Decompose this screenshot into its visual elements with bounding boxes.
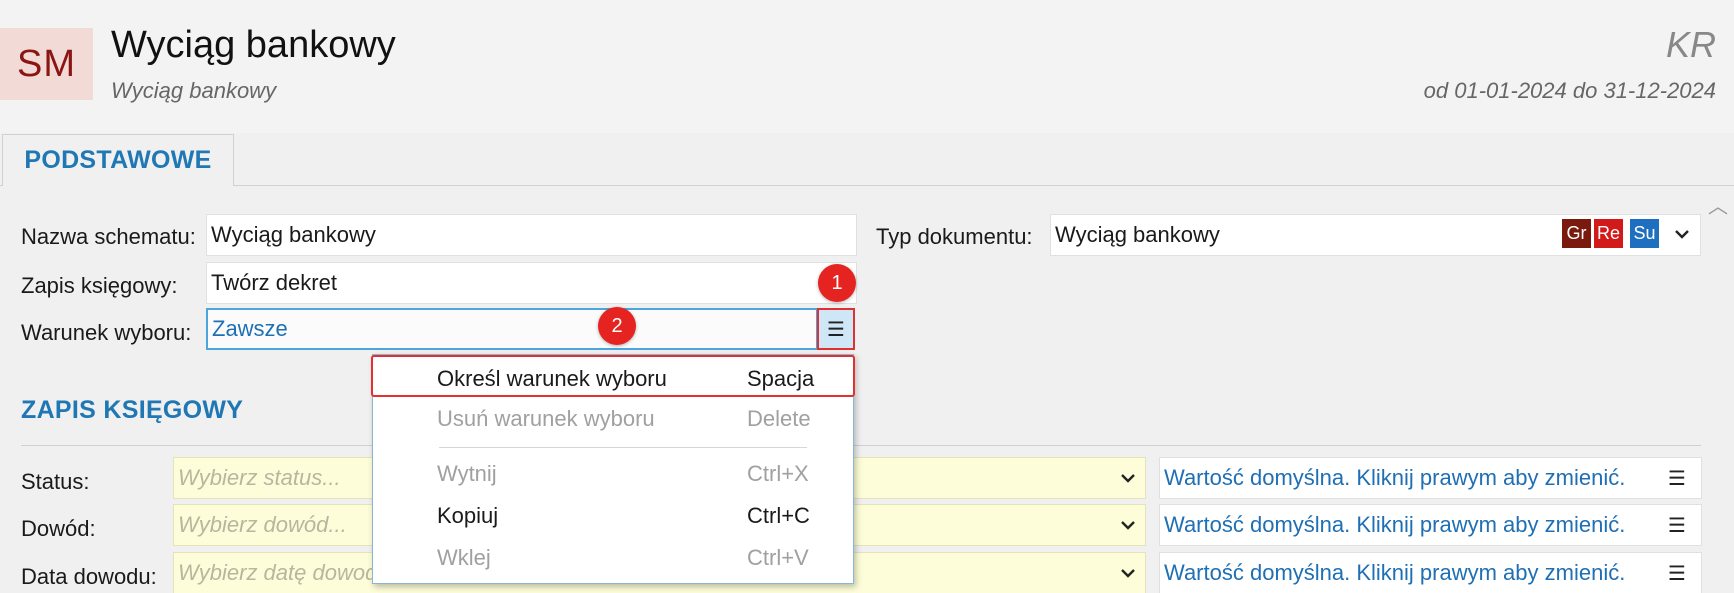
accounting-entry-label: Zapis księgowy: bbox=[21, 273, 178, 298]
fiscal-period: od 01-01-2024 do 31-12-2024 bbox=[1423, 78, 1716, 103]
chevron-down-icon[interactable] bbox=[1118, 563, 1138, 588]
selection-condition-value: Zawsze bbox=[212, 316, 288, 341]
menu-item-copy[interactable]: Kopiuj Ctrl+C bbox=[373, 494, 853, 536]
badge-gr[interactable]: Gr bbox=[1562, 219, 1591, 248]
schema-name-label: Nazwa schematu: bbox=[21, 224, 196, 249]
callout-1: 1 bbox=[818, 264, 856, 302]
menu-item-shortcut: Ctrl+V bbox=[747, 545, 809, 570]
schema-name-input[interactable]: Wyciąg bankowy bbox=[206, 214, 857, 256]
selection-condition-input[interactable]: Zawsze bbox=[206, 308, 818, 350]
tab-podstawowe[interactable]: PODSTAWOWE bbox=[2, 134, 234, 186]
proof-placeholder: Wybierz dowód... bbox=[178, 512, 347, 537]
menu-item-remove-condition[interactable]: Usuń warunek wyboru Delete bbox=[373, 397, 853, 439]
context-menu: Określ warunek wyboru Spacja Usuń warune… bbox=[371, 354, 855, 584]
proof-default[interactable]: Wartość domyślna. Kliknij prawym aby zmi… bbox=[1159, 504, 1702, 546]
app-logo: SM bbox=[0, 28, 93, 100]
accounting-entry-value: Twórz dekret bbox=[211, 270, 337, 295]
accounting-entry-select[interactable]: Twórz dekret bbox=[206, 262, 857, 304]
badge-su[interactable]: Su bbox=[1630, 219, 1659, 248]
status-default[interactable]: Wartość domyślna. Kliknij prawym aby zmi… bbox=[1159, 457, 1702, 499]
proof-date-label: Data dowodu: bbox=[21, 564, 157, 589]
selection-condition-menu-button[interactable]: ☰ bbox=[817, 308, 855, 350]
section-title: ZAPIS KSIĘGOWY bbox=[21, 396, 244, 424]
menu-separator bbox=[439, 447, 807, 448]
menu-item-label: Określ warunek wyboru bbox=[437, 366, 667, 391]
menu-item-define-condition[interactable]: Określ warunek wyboru Spacja bbox=[371, 355, 855, 397]
company-code: KR bbox=[1665, 24, 1716, 65]
proof-default-text: Wartość domyślna. Kliknij prawym aby zmi… bbox=[1164, 512, 1626, 537]
page-title: Wyciąg bankowy bbox=[111, 24, 396, 66]
status-label: Status: bbox=[21, 469, 90, 494]
menu-item-shortcut: Spacja bbox=[747, 366, 815, 391]
status-placeholder: Wybierz status... bbox=[178, 465, 341, 490]
hamburger-icon[interactable]: ☰ bbox=[1668, 513, 1686, 538]
callout-2: 2 bbox=[598, 307, 636, 345]
hamburger-icon: ☰ bbox=[827, 318, 845, 341]
page-subtitle: Wyciąg bankowy bbox=[111, 78, 277, 103]
menu-item-label: Usuń warunek wyboru bbox=[437, 406, 655, 431]
menu-item-label: Wklej bbox=[437, 545, 491, 570]
tab-divider bbox=[0, 185, 1734, 186]
badge-re[interactable]: Re bbox=[1594, 219, 1623, 248]
schema-name-value: Wyciąg bankowy bbox=[211, 222, 376, 247]
hamburger-icon[interactable]: ☰ bbox=[1668, 561, 1686, 586]
menu-item-shortcut: Ctrl+X bbox=[747, 461, 809, 486]
doc-type-value: Wyciąg bankowy bbox=[1055, 222, 1220, 247]
proof-label: Dowód: bbox=[21, 516, 96, 541]
menu-item-shortcut: Ctrl+C bbox=[747, 503, 810, 528]
menu-item-paste[interactable]: Wklej Ctrl+V bbox=[373, 536, 853, 578]
status-default-text: Wartość domyślna. Kliknij prawym aby zmi… bbox=[1164, 465, 1626, 490]
selection-condition-label: Warunek wyboru: bbox=[21, 320, 192, 345]
hamburger-icon[interactable]: ☰ bbox=[1668, 466, 1686, 491]
chevron-up-icon[interactable]: ︿ bbox=[1708, 190, 1728, 219]
menu-item-cut[interactable]: Wytnij Ctrl+X bbox=[373, 452, 853, 494]
proof-date-default[interactable]: Wartość domyślna. Kliknij prawym aby zmi… bbox=[1159, 552, 1702, 593]
doc-type-label: Typ dokumentu: bbox=[876, 224, 1033, 249]
proof-date-default-text: Wartość domyślna. Kliknij prawym aby zmi… bbox=[1164, 560, 1626, 585]
section-divider bbox=[21, 445, 1701, 446]
chevron-down-icon[interactable] bbox=[1118, 515, 1138, 540]
chevron-down-icon[interactable] bbox=[1672, 224, 1692, 249]
menu-item-shortcut: Delete bbox=[747, 406, 811, 431]
menu-item-label: Wytnij bbox=[437, 461, 497, 486]
menu-item-label: Kopiuj bbox=[437, 503, 499, 528]
chevron-down-icon[interactable] bbox=[1118, 468, 1138, 493]
